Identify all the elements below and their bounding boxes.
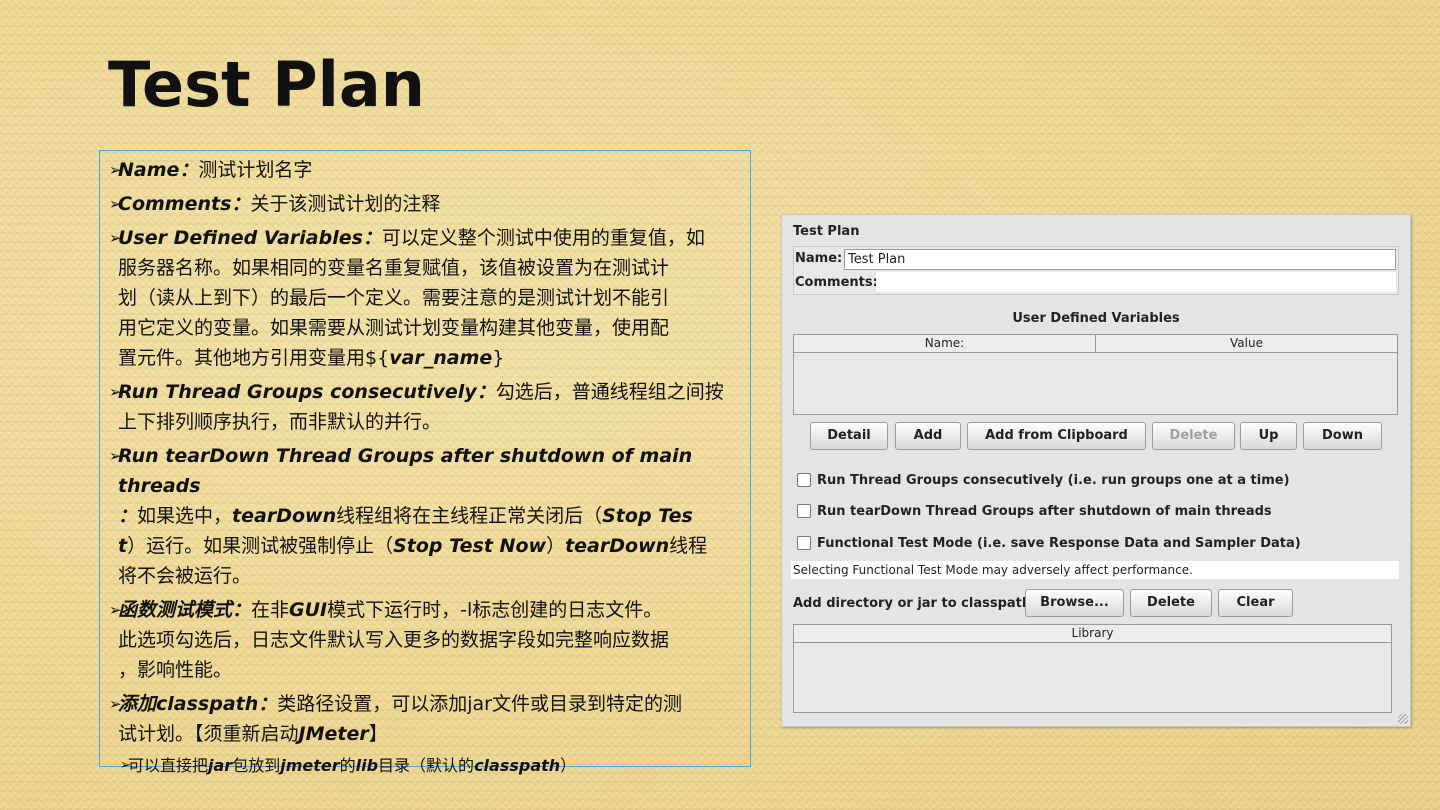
delete-classpath-button[interactable]: Delete bbox=[1130, 589, 1212, 617]
note-jar-tip: ➢ 可以直接把jar包放到jmeter的lib目录（默认的classpath） bbox=[114, 753, 736, 779]
browse-button[interactable]: Browse... bbox=[1025, 589, 1124, 617]
classpath-label: Add directory or jar to classpath bbox=[793, 596, 1032, 611]
note-user-defined-variables: ➢ User Defined Variables：可以定义整个测试中使用的重复值，… bbox=[109, 223, 736, 373]
udv-title: User Defined Variables bbox=[1012, 311, 1180, 326]
comments-label: Comments: bbox=[795, 275, 878, 290]
add-button[interactable]: Add bbox=[895, 422, 961, 450]
name-input[interactable]: Test Plan bbox=[844, 249, 1396, 270]
bullet-arrow-icon: ➢ bbox=[109, 161, 122, 179]
note-comments: ➢ Comments：关于该测试计划的注释 bbox=[109, 189, 736, 219]
panel-title: Test Plan bbox=[793, 224, 860, 239]
bullet-arrow-icon: ➢ bbox=[120, 758, 131, 773]
down-button[interactable]: Down bbox=[1303, 422, 1382, 450]
note-name: ➢ Name：测试计划名字 bbox=[109, 155, 736, 185]
run-teardown-row[interactable]: Run tearDown Thread Groups after shutdow… bbox=[797, 502, 1272, 520]
add-from-clipboard-button[interactable]: Add from Clipboard bbox=[967, 422, 1146, 450]
resize-grip-icon[interactable] bbox=[1398, 714, 1408, 724]
udv-header: Name: Value bbox=[794, 335, 1397, 353]
run-consecutively-row[interactable]: Run Thread Groups consecutively (i.e. ru… bbox=[797, 471, 1290, 489]
name-comments-group: Name: Test Plan Comments: bbox=[793, 246, 1399, 295]
functional-test-mode-row[interactable]: Functional Test Mode (i.e. save Response… bbox=[797, 534, 1301, 552]
functional-test-mode-checkbox[interactable] bbox=[797, 536, 811, 550]
slide-title: Test Plan bbox=[108, 48, 425, 121]
run-consecutively-checkbox[interactable] bbox=[797, 473, 811, 487]
clear-button[interactable]: Clear bbox=[1218, 589, 1293, 617]
up-button[interactable]: Up bbox=[1240, 422, 1297, 450]
run-teardown-checkbox[interactable] bbox=[797, 504, 811, 518]
note-functional-test-mode: ➢ 函数测试模式：在非GUI模式下运行时，-l标志创建的日志文件。 此选项勾选后，… bbox=[109, 595, 736, 685]
udv-table[interactable]: Name: Value bbox=[793, 334, 1398, 415]
performance-note: Selecting Functional Test Mode may adver… bbox=[791, 561, 1399, 579]
notes-textbox: ➢ Name：测试计划名字 ➢ Comments：关于该测试计划的注释 ➢ User … bbox=[99, 150, 751, 775]
comments-input[interactable] bbox=[876, 272, 1396, 292]
test-plan-panel: Test Plan Name: Test Plan Comments: User… bbox=[781, 214, 1411, 727]
bullet-arrow-icon: ➢ bbox=[109, 195, 122, 213]
delete-variable-button[interactable]: Delete bbox=[1152, 422, 1235, 450]
bullet-arrow-icon: ➢ bbox=[109, 229, 122, 247]
bullet-arrow-icon: ➢ bbox=[109, 447, 122, 465]
note-run-teardown: ➢ Run tearDown Thread Groups after shutdo… bbox=[109, 441, 736, 591]
library-table[interactable]: Library bbox=[793, 624, 1392, 713]
name-label: Name: bbox=[795, 251, 843, 266]
note-run-consecutively: ➢ Run Thread Groups consecutively：勾选后，普通线… bbox=[109, 377, 736, 437]
library-col[interactable]: Library bbox=[794, 625, 1391, 643]
detail-button[interactable]: Detail bbox=[810, 422, 888, 450]
bullet-arrow-icon: ➢ bbox=[109, 601, 122, 619]
bullet-arrow-icon: ➢ bbox=[109, 695, 122, 713]
udv-col-name[interactable]: Name: bbox=[794, 335, 1096, 352]
udv-col-value[interactable]: Value bbox=[1096, 335, 1397, 352]
bullet-arrow-icon: ➢ bbox=[109, 383, 122, 401]
note-classpath: ➢ 添加classpath：类路径设置，可以添加jar文件或目录到特定的测 试计划… bbox=[109, 689, 736, 749]
